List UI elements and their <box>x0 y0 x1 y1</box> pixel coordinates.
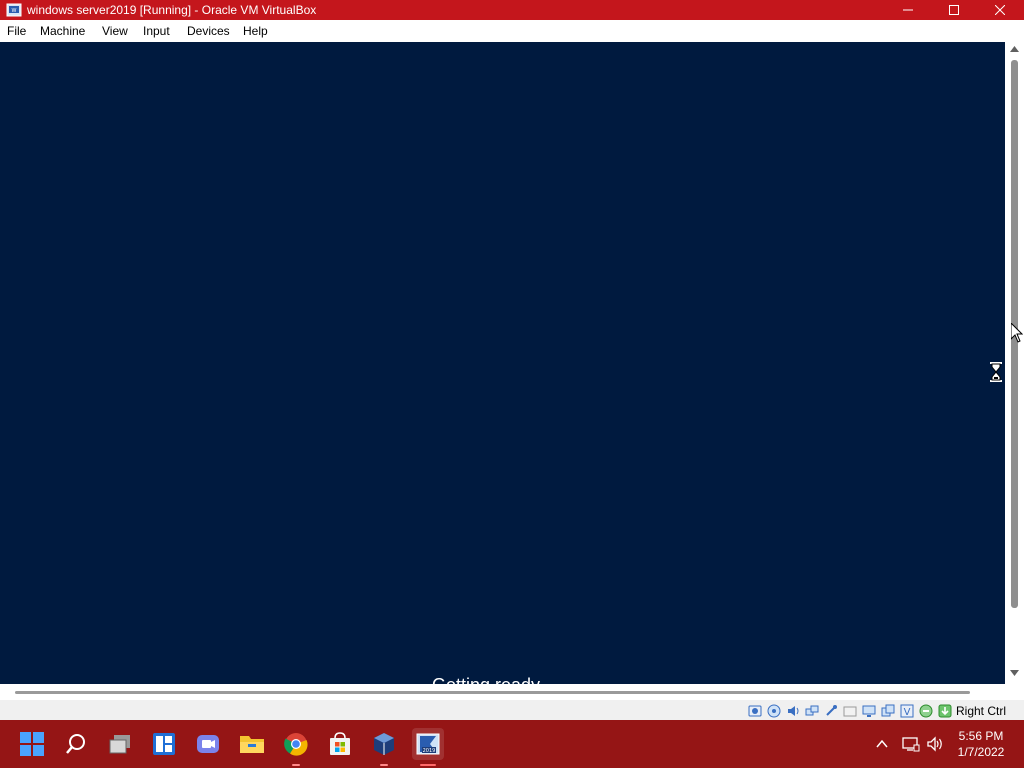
vm-window-active-indicator <box>420 764 436 766</box>
taskbar: 2019 5:56 PM 1/7/2022 <box>0 720 1024 768</box>
optical-drive-icon[interactable] <box>767 704 781 718</box>
scroll-up-arrow-icon[interactable] <box>1010 46 1019 52</box>
search-button[interactable] <box>60 728 92 760</box>
horizontal-scroll-thumb[interactable] <box>15 691 970 694</box>
menu-machine[interactable]: Machine <box>40 24 85 38</box>
virtualbox-icon <box>374 733 394 755</box>
menu-file[interactable]: File <box>7 24 26 38</box>
task-view-icon <box>109 735 130 754</box>
svg-text:2019: 2019 <box>423 748 436 754</box>
search-icon <box>66 734 85 754</box>
svg-text:V: V <box>904 707 911 718</box>
maximize-button[interactable] <box>931 0 977 20</box>
widgets-button[interactable] <box>148 728 180 760</box>
svg-text:W: W <box>12 8 17 14</box>
chrome-icon <box>284 733 308 756</box>
shared-folders-icon[interactable] <box>843 704 857 718</box>
audio-icon[interactable] <box>786 704 800 718</box>
menu-help[interactable]: Help <box>243 24 268 38</box>
volume-icon[interactable] <box>927 736 945 752</box>
virtualbox-button[interactable] <box>368 728 400 766</box>
chrome-running-indicator <box>292 764 300 766</box>
teams-chat-icon <box>197 735 219 753</box>
keyboard-capture-icon[interactable] <box>938 704 952 718</box>
scroll-down-arrow-icon[interactable] <box>1010 670 1019 676</box>
window-titlebar[interactable]: W windows server2019 [Running] - Oracle … <box>0 0 1024 20</box>
menu-devices[interactable]: Devices <box>187 24 230 38</box>
virtualbox-running-indicator <box>380 764 388 766</box>
file-explorer-button[interactable] <box>236 728 268 760</box>
close-icon <box>995 5 1005 15</box>
minimize-button[interactable] <box>885 0 931 20</box>
file-explorer-icon <box>240 736 264 753</box>
horizontal-scrollbar[interactable] <box>0 684 1005 700</box>
menu-input[interactable]: Input <box>143 24 170 38</box>
hard-disk-icon[interactable] <box>748 704 762 718</box>
microsoft-store-icon <box>330 732 350 755</box>
window-title: windows server2019 [Running] - Oracle VM… <box>27 3 317 17</box>
host-key-label: Right Ctrl <box>956 704 1007 718</box>
microsoft-store-button[interactable] <box>324 728 356 760</box>
task-view-button[interactable] <box>104 728 136 760</box>
vertical-scrollbar[interactable] <box>1005 42 1024 684</box>
vm-window-button[interactable]: 2019 <box>412 728 444 766</box>
menu-bar: File Machine View Input Devices Help <box>0 20 1024 42</box>
virtualbox-app-icon: W <box>6 3 22 17</box>
chrome-button[interactable] <box>280 728 312 766</box>
show-hidden-icons-chevron-icon[interactable] <box>875 737 889 751</box>
video-capture-icon[interactable] <box>881 704 895 718</box>
vm-status-bar: V Right Ctrl <box>0 700 1024 720</box>
mouse-pointer-icon <box>1011 323 1023 343</box>
start-button[interactable] <box>16 728 48 760</box>
widgets-icon <box>153 733 175 755</box>
teams-chat-button[interactable] <box>192 728 224 760</box>
clock-time: 5:56 PM <box>958 729 1004 743</box>
vm-window-icon: 2019 <box>416 733 440 755</box>
display-icon[interactable] <box>862 704 876 718</box>
close-button[interactable] <box>977 0 1023 20</box>
hourglass-cursor-icon <box>990 362 1002 382</box>
minimize-icon <box>903 9 913 11</box>
mouse-integration-icon[interactable] <box>919 704 933 718</box>
usb-icon[interactable] <box>824 704 838 718</box>
system-clock[interactable]: 5:56 PM 1/7/2022 <box>950 728 1012 760</box>
start-icon <box>20 732 44 756</box>
vm-display[interactable]: Getting ready... <box>0 42 1005 684</box>
network-status-icon[interactable] <box>902 736 920 752</box>
vm-status-text: Getting ready... <box>432 674 554 684</box>
maximize-icon <box>949 5 959 15</box>
clock-date: 1/7/2022 <box>957 745 1005 759</box>
virtualization-icon[interactable]: V <box>900 704 914 718</box>
menu-view[interactable]: View <box>102 24 128 38</box>
network-icon[interactable] <box>805 704 819 718</box>
